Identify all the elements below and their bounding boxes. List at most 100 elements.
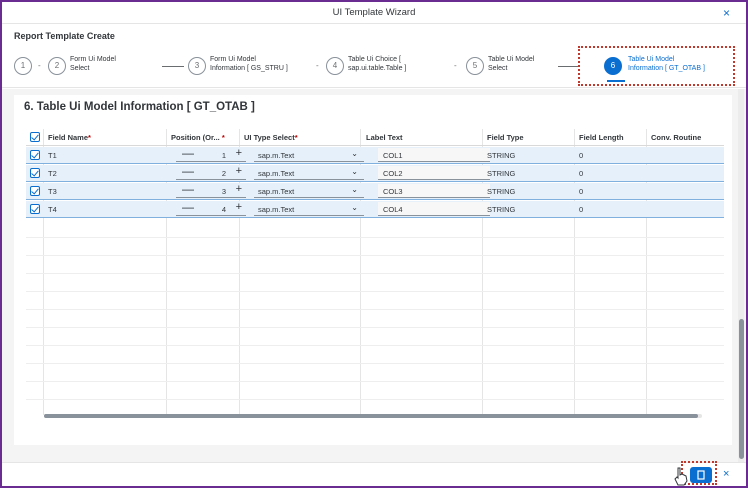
ui-type-value: sap.m.Text — [258, 151, 295, 160]
label-text-input[interactable]: COL2 — [378, 166, 490, 180]
horizontal-scrollbar-thumb[interactable] — [44, 414, 698, 418]
section-title: 6. Table Ui Model Information [ GT_OTAB … — [24, 101, 255, 113]
plus-icon[interactable]: + — [236, 201, 242, 213]
label-text-value: COL3 — [383, 187, 403, 196]
empty-row — [26, 345, 724, 346]
minus-icon[interactable]: — — [182, 164, 194, 178]
label-text-input[interactable]: COL1 — [378, 148, 490, 162]
plus-icon[interactable]: + — [236, 183, 242, 195]
column-header-field-type[interactable]: Field Type — [487, 133, 524, 142]
position-stepper[interactable]: — 1 + — [176, 146, 246, 162]
field-name-cell: T2 — [48, 169, 57, 178]
vertical-scrollbar-thumb[interactable] — [739, 319, 744, 459]
field-type-cell: STRING — [487, 205, 516, 214]
field-name-cell: T4 — [48, 205, 57, 214]
page-subtitle: Report Template Create — [14, 31, 115, 41]
table-row[interactable]: T2 — 2 + sap.m.Text ⌄ COL2 STRING 0 — [26, 164, 724, 182]
ui-type-select[interactable]: sap.m.Text ⌄ — [254, 148, 364, 162]
step-label-line1: Form Ui Model — [210, 56, 256, 63]
chevron-down-icon: ⌄ — [351, 149, 358, 158]
step-label: Table Ui Model Select — [488, 56, 534, 73]
table-row[interactable]: T1 — 1 + sap.m.Text ⌄ COL1 STRING 0 — [26, 146, 724, 164]
row-checkbox[interactable] — [30, 204, 40, 214]
model-table: Field Name* Position (Or... * UI Type Se… — [26, 129, 724, 415]
step-number: 2 — [48, 57, 66, 75]
label-text-value: COL4 — [383, 205, 403, 214]
chevron-down-icon: ⌄ — [351, 185, 358, 194]
ui-type-value: sap.m.Text — [258, 187, 295, 196]
step-connector — [558, 66, 580, 67]
position-value[interactable]: 1 — [222, 151, 226, 160]
row-checkbox[interactable] — [30, 168, 40, 178]
empty-row — [26, 327, 724, 328]
label-text-input[interactable]: COL3 — [378, 184, 490, 198]
step-separator: - — [38, 61, 41, 70]
column-header-field-name[interactable]: Field Name* — [48, 133, 91, 142]
step-separator: - — [454, 61, 457, 70]
ui-type-value: sap.m.Text — [258, 205, 295, 214]
column-header-position[interactable]: Position (Or... * — [171, 133, 225, 142]
table-card: 6. Table Ui Model Information [ GT_OTAB … — [14, 95, 732, 445]
select-all-checkbox[interactable] — [30, 132, 40, 142]
position-stepper[interactable]: — 4 + — [176, 200, 246, 216]
step-label-line2: Select — [70, 64, 90, 72]
step-label: Form Ui Model Information [ GS_STRU ] — [210, 56, 288, 73]
title-bar: UI Template Wizard × — [2, 2, 746, 24]
highlight-annotation — [578, 46, 735, 86]
minus-icon[interactable]: — — [182, 182, 194, 196]
table-row[interactable]: T3 — 3 + sap.m.Text ⌄ COL3 STRING 0 — [26, 182, 724, 200]
label-text-input[interactable]: COL4 — [378, 202, 490, 216]
step-connector — [162, 66, 184, 67]
column-header-field-length[interactable]: Field Length — [579, 133, 624, 142]
step-label-line1: Table Ui Choice [ — [348, 56, 401, 63]
step-label-line2: sap.ui.table.Table ] — [348, 64, 407, 72]
content-area: 6. Table Ui Model Information [ GT_OTAB … — [2, 89, 746, 462]
empty-row — [26, 291, 724, 292]
field-name-cell: T3 — [48, 187, 57, 196]
row-checkbox[interactable] — [30, 150, 40, 160]
field-type-cell: STRING — [487, 169, 516, 178]
chevron-down-icon: ⌄ — [351, 167, 358, 176]
minus-icon[interactable]: — — [182, 146, 194, 160]
window-title: UI Template Wizard — [332, 7, 416, 18]
column-header-label-text[interactable]: Label Text — [366, 133, 403, 142]
field-length-cell: 0 — [579, 169, 584, 178]
field-length-cell: 0 — [579, 205, 584, 214]
plus-icon[interactable]: + — [236, 165, 242, 177]
plus-icon[interactable]: + — [236, 147, 242, 159]
column-header-ui-type[interactable]: UI Type Select* — [244, 133, 298, 142]
step-number: 5 — [466, 57, 484, 75]
field-type-cell: STRING — [487, 151, 516, 160]
empty-row — [26, 255, 724, 256]
hand-cursor-icon — [674, 467, 688, 486]
row-checkbox[interactable] — [30, 186, 40, 196]
step-number: 1 — [14, 57, 32, 75]
ui-type-select[interactable]: sap.m.Text ⌄ — [254, 166, 364, 180]
table-row[interactable]: T4 — 4 + sap.m.Text ⌄ COL4 STRING 0 — [26, 200, 724, 218]
step-label: Table Ui Choice [ sap.ui.table.Table ] — [348, 56, 406, 73]
step-label: Form Ui Model Select — [70, 56, 116, 73]
close-icon[interactable]: × — [723, 6, 730, 20]
position-stepper[interactable]: — 2 + — [176, 164, 246, 180]
ui-type-select[interactable]: sap.m.Text ⌄ — [254, 184, 364, 198]
empty-row — [26, 309, 724, 310]
ui-type-select[interactable]: sap.m.Text ⌄ — [254, 202, 364, 216]
step-separator: - — [316, 61, 319, 70]
step-label-line1: Form Ui Model — [70, 56, 116, 63]
column-header-conv-routine[interactable]: Conv. Routine — [651, 133, 701, 142]
minus-icon[interactable]: — — [182, 200, 194, 214]
field-length-cell: 0 — [579, 151, 584, 160]
step-label-line2: Information [ GS_STRU ] — [210, 64, 288, 72]
chevron-down-icon: ⌄ — [351, 203, 358, 212]
position-value[interactable]: 2 — [222, 169, 226, 178]
position-stepper[interactable]: — 3 + — [176, 182, 246, 198]
step-label-line2: Select — [488, 64, 508, 72]
close-icon[interactable]: × — [723, 468, 729, 480]
dialog-footer: × — [2, 462, 746, 486]
empty-row — [26, 363, 724, 364]
horizontal-scrollbar[interactable] — [44, 414, 702, 418]
step-number: 3 — [188, 57, 206, 75]
position-value[interactable]: 3 — [222, 187, 226, 196]
table-header: Field Name* Position (Or... * UI Type Se… — [26, 129, 724, 146]
position-value[interactable]: 4 — [222, 205, 226, 214]
